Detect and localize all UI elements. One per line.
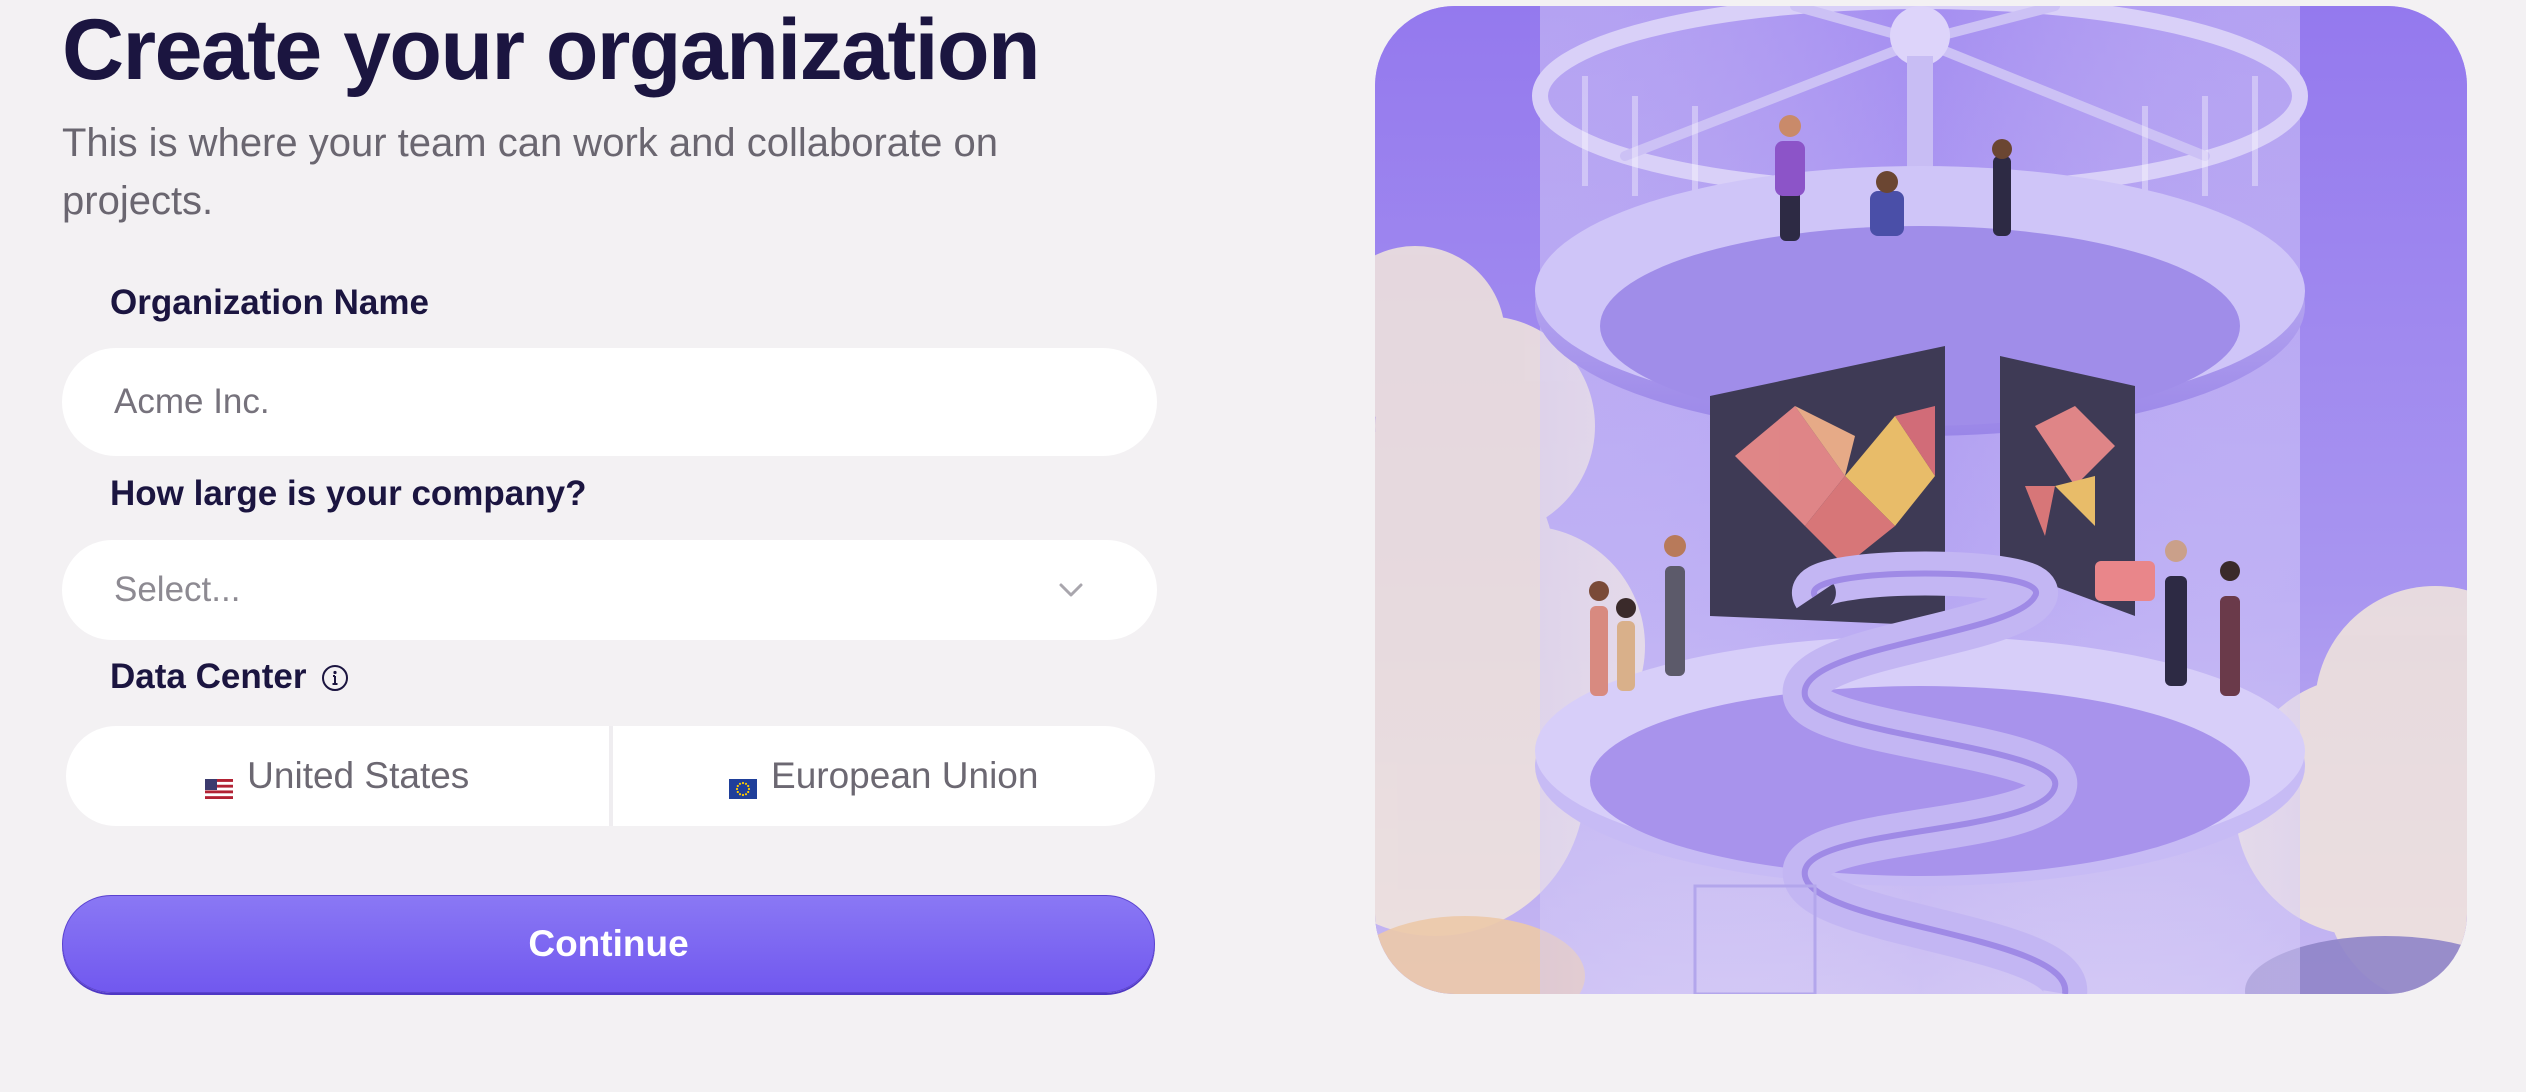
company-size-placeholder: Select... [114, 570, 241, 609]
chevron-down-icon [1055, 574, 1087, 606]
eu-flag-icon [729, 766, 758, 799]
info-icon[interactable] [320, 662, 350, 692]
org-name-input[interactable] [62, 348, 1157, 456]
org-name-label: Organization Name [110, 283, 429, 322]
data-center-option-eu[interactable]: European Union [613, 726, 1156, 826]
page-subtitle: This is where your team can work and col… [62, 121, 999, 223]
data-center-label: Data Center [110, 657, 307, 696]
company-size-label: How large is your company? [110, 474, 587, 513]
data-center-option-label: European Union [771, 755, 1039, 796]
company-size-select[interactable]: Select... [62, 540, 1157, 640]
data-center-option-us[interactable]: United States [66, 726, 609, 826]
page-title: Create your organization [62, 2, 1041, 98]
data-center-label-row: Data Center [110, 657, 350, 697]
tower-illustration [1375, 6, 2467, 994]
continue-button[interactable]: Continue [62, 895, 1155, 993]
data-center-option-label: United States [247, 755, 470, 796]
data-center-toggle: United States European Union [66, 726, 1155, 826]
us-flag-icon [205, 766, 234, 799]
